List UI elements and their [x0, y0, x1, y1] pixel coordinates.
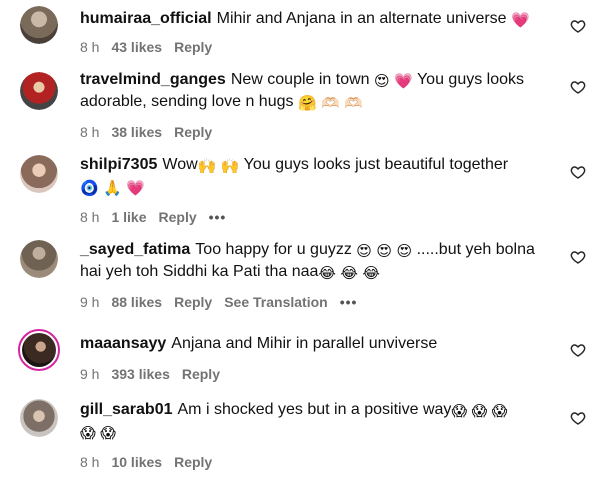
- comment-meta: 8 h 1 like Reply •••: [80, 209, 238, 225]
- comment-body: Too happy for u guyzz: [195, 241, 352, 258]
- comment-meta: 8 h 38 likes Reply: [80, 124, 224, 140]
- screaming-emoji: 😱: [491, 403, 508, 420]
- comment-meta: 8 h 10 likes Reply: [80, 454, 224, 470]
- reply-button[interactable]: Reply: [174, 454, 212, 470]
- more-options-icon[interactable]: •••: [340, 294, 358, 310]
- comment-time: 8 h: [80, 124, 100, 140]
- comment-username[interactable]: humairaa_official: [80, 10, 212, 27]
- screaming-emoji: 😱: [100, 425, 116, 442]
- reply-button[interactable]: Reply: [174, 124, 212, 140]
- comment-text: travelmind_ganges New couple in town 😍 💗 …: [80, 69, 550, 113]
- comment-likes[interactable]: 10 likes: [111, 454, 162, 470]
- avatar[interactable]: [20, 240, 58, 278]
- comment-time: 8 h: [80, 39, 100, 55]
- avatar[interactable]: [20, 399, 58, 437]
- comment-body: Anjana and Mihir in parallel unviverse: [171, 335, 438, 352]
- comment-username[interactable]: shilpi7305: [80, 156, 157, 173]
- heart-emoji: 💗: [511, 12, 530, 29]
- comment-body: Mihir and Anjana in an alternate univers…: [216, 10, 507, 27]
- tears-of-joy-emoji: 😂: [362, 265, 380, 282]
- comment-body: New couple in town: [230, 71, 370, 88]
- heart-eyes-emoji: 😍: [356, 243, 372, 260]
- more-options-icon[interactable]: •••: [209, 209, 227, 225]
- screaming-emoji: 😱: [451, 403, 468, 420]
- comment-body-continued: You guys looks just beautiful together: [243, 156, 509, 173]
- reply-button[interactable]: Reply: [159, 209, 197, 225]
- heart-emoji: 💗: [126, 180, 145, 197]
- tears-of-joy-emoji: 😂: [340, 265, 358, 282]
- like-heart-icon[interactable]: [570, 164, 586, 180]
- like-heart-icon[interactable]: [570, 342, 586, 358]
- heart-eyes-emoji: 😍: [374, 73, 390, 90]
- comment-likes[interactable]: 43 likes: [111, 39, 162, 55]
- comment-text: gill_sarab01 Am i shocked yes but in a po…: [80, 399, 550, 443]
- screaming-emoji: 😱: [471, 403, 488, 420]
- comment-body: Am i shocked yes but in a positive way: [177, 401, 452, 418]
- like-heart-icon[interactable]: [570, 79, 586, 95]
- tears-of-joy-emoji: 😂: [318, 265, 336, 282]
- comment-text: _sayed_fatima Too happy for u guyzz 😍 😍 😍…: [80, 239, 550, 283]
- screaming-emoji: 😱: [80, 425, 96, 442]
- comment-text: maaansayy Anjana and Mihir in parallel un…: [80, 333, 550, 355]
- comment-time: 8 h: [80, 209, 100, 225]
- avatar[interactable]: [20, 72, 58, 110]
- avatar[interactable]: [20, 6, 58, 44]
- raised-hands-emoji: 🙌: [220, 158, 240, 175]
- comment-meta: 8 h 43 likes Reply: [80, 39, 224, 55]
- reply-button[interactable]: Reply: [174, 294, 212, 310]
- comment-likes[interactable]: 393 likes: [111, 366, 169, 382]
- hug-emoji: 🤗: [297, 95, 317, 112]
- reply-button[interactable]: Reply: [182, 366, 220, 382]
- comment-meta: 9 h 393 likes Reply: [80, 366, 232, 382]
- comment-time: 8 h: [80, 454, 100, 470]
- nazar-amulet-emoji: 🧿: [80, 180, 99, 197]
- comment-body: Wow: [162, 156, 198, 173]
- like-heart-icon[interactable]: [570, 410, 586, 426]
- avatar[interactable]: [20, 155, 58, 193]
- heart-eyes-emoji: 😍: [396, 243, 413, 260]
- comment-username[interactable]: maaansayy: [80, 335, 166, 352]
- comment-likes[interactable]: 88 likes: [111, 294, 162, 310]
- see-translation-link[interactable]: See Translation: [224, 294, 327, 310]
- heart-hands-emoji: 🫶🏻: [344, 95, 363, 112]
- comment-likes[interactable]: 38 likes: [111, 124, 162, 140]
- comment-username[interactable]: gill_sarab01: [80, 401, 173, 418]
- comment-username[interactable]: _sayed_fatima: [80, 241, 190, 258]
- heart-hands-emoji: 🫶🏻: [321, 95, 340, 112]
- raised-hands-emoji: 🙌: [197, 158, 217, 175]
- comment-time: 9 h: [80, 366, 100, 382]
- comment-text: shilpi7305 Wow🙌 🙌 You guys looks just bea…: [80, 154, 550, 198]
- heart-emoji: 💗: [394, 73, 413, 90]
- comment-text: humairaa_official Mihir and Anjana in an …: [80, 8, 550, 30]
- like-heart-icon[interactable]: [570, 18, 586, 34]
- comment-time: 9 h: [80, 294, 100, 310]
- comment-meta: 9 h 88 likes Reply See Translation •••: [80, 294, 369, 310]
- like-heart-icon[interactable]: [570, 249, 586, 265]
- heart-eyes-emoji: 😍: [376, 243, 393, 260]
- praying-hands-emoji: 🙏: [103, 180, 122, 197]
- comment-username[interactable]: travelmind_ganges: [80, 71, 226, 88]
- comment-likes[interactable]: 1 like: [111, 209, 146, 225]
- story-avatar[interactable]: [18, 329, 60, 371]
- reply-button[interactable]: Reply: [174, 39, 212, 55]
